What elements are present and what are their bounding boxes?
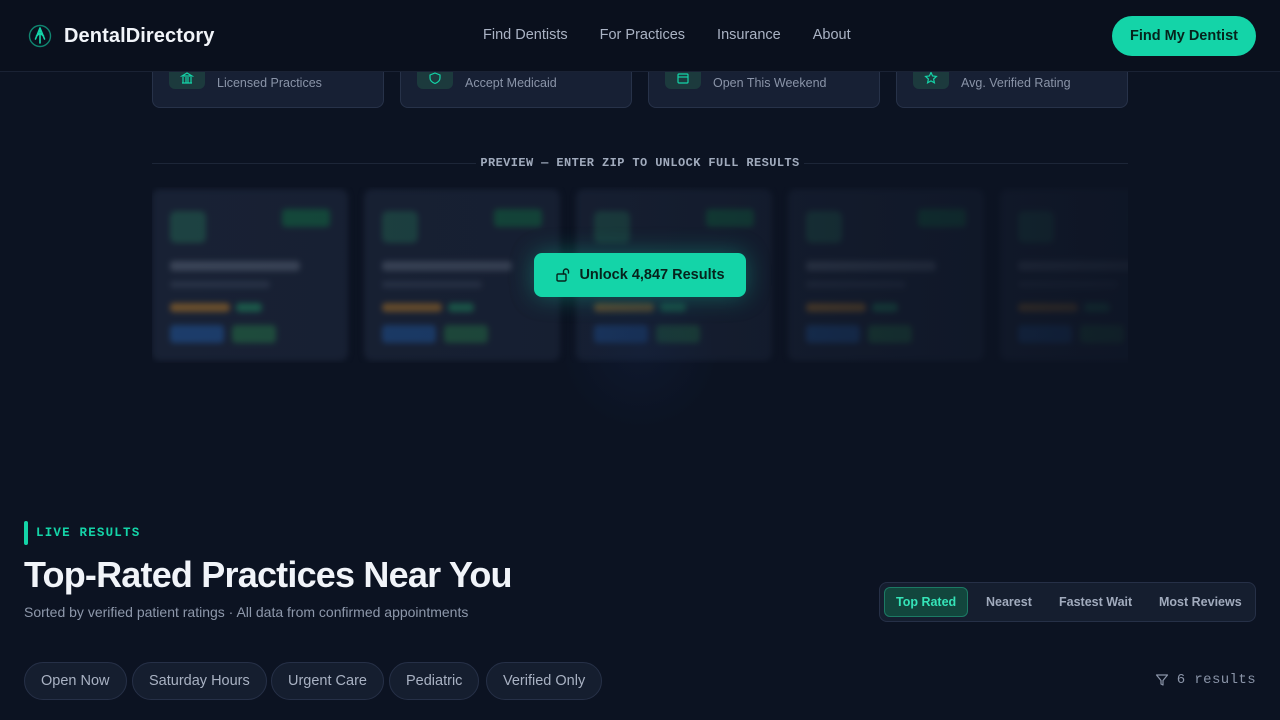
find-my-dentist-button[interactable]: Find My Dentist	[1112, 16, 1256, 56]
navbar: DentalDirectory Find Dentists For Practi…	[0, 0, 1280, 72]
stat-label: Licensed Practices	[217, 76, 322, 90]
brand-name: DentalDirectory	[64, 24, 215, 47]
filter-chip-saturday-hours[interactable]: Saturday Hours	[132, 662, 267, 700]
nav-links: Find Dentists For Practices Insurance Ab…	[483, 27, 851, 43]
filter-chip-pediatric[interactable]: Pediatric	[389, 662, 480, 700]
stat-label: Accept Medicaid	[465, 76, 557, 90]
filter-icon	[1155, 674, 1168, 686]
unlock-results-button[interactable]: Unlock 4,847 Results	[534, 253, 746, 297]
unlock-label: Unlock 4,847 Results	[579, 267, 725, 283]
nav-link-for-practices[interactable]: For Practices	[600, 27, 685, 43]
nav-link-insurance[interactable]: Insurance	[717, 27, 781, 43]
unlock-icon	[556, 268, 570, 282]
brand[interactable]: DentalDirectory	[28, 24, 214, 48]
stat-label: Open This Weekend	[713, 76, 827, 90]
filter-chip-open-now[interactable]: Open Now	[24, 662, 127, 700]
nav-link-find-dentists[interactable]: Find Dentists	[483, 27, 568, 43]
results-count-text: 6 results	[1176, 672, 1256, 688]
sort-nearest[interactable]: Nearest	[974, 587, 1044, 617]
section-subtitle: Sorted by verified patient ratings · All…	[24, 604, 469, 620]
preview-label: PREVIEW — ENTER ZIP TO UNLOCK FULL RESUL…	[480, 156, 800, 170]
filter-chip-verified-only[interactable]: Verified Only	[486, 662, 603, 700]
live-results-label: LIVE RESULTS	[36, 526, 141, 540]
section-title: Top-Rated Practices Near You	[24, 554, 513, 595]
sort-fastest-wait[interactable]: Fastest Wait	[1047, 587, 1144, 617]
stat-label: Avg. Verified Rating	[961, 76, 1071, 90]
results-count: 6 results	[1155, 672, 1256, 688]
tooth-logo-icon	[28, 24, 52, 48]
filter-chip-urgent-care[interactable]: Urgent Care	[271, 662, 384, 700]
live-indicator-bar	[24, 521, 28, 545]
sort-top-rated[interactable]: Top Rated	[884, 587, 969, 617]
sort-toggle-group: Top Rated Nearest Fastest Wait Most Revi…	[879, 582, 1256, 622]
nav-link-about[interactable]: About	[813, 27, 851, 43]
sort-most-reviews[interactable]: Most Reviews	[1147, 587, 1254, 617]
